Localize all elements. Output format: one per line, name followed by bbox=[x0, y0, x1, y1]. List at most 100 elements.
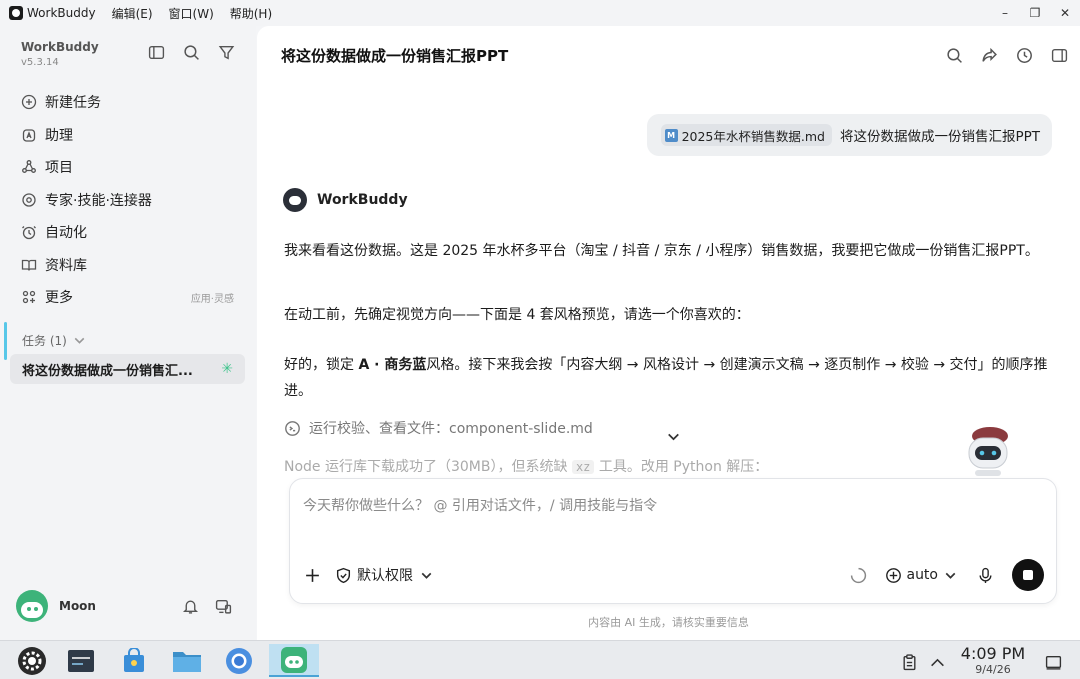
model-selector[interactable]: auto bbox=[885, 567, 959, 584]
panel-toggle-icon[interactable] bbox=[1051, 47, 1068, 64]
clock-time: 4:09 PM bbox=[960, 644, 1026, 663]
taskbar-workbuddy[interactable] bbox=[269, 644, 319, 677]
show-desktop-icon[interactable] bbox=[1045, 654, 1062, 671]
nav-label: 助理 bbox=[45, 127, 73, 144]
nav-label: 新建任务 bbox=[45, 95, 101, 112]
avatar bbox=[16, 590, 48, 622]
more-extra-label: 应用·灵感 bbox=[190, 293, 234, 305]
tool-call-line[interactable]: 运行校验、查看文件：component-slide.md bbox=[284, 418, 593, 438]
maximize-button[interactable]: ❐ bbox=[1020, 6, 1050, 20]
project-icon bbox=[20, 159, 38, 175]
clock-date: 9/4/26 bbox=[975, 663, 1011, 676]
nav-library[interactable]: 资料库 bbox=[20, 249, 240, 282]
tasks-header[interactable]: 任务 (1) bbox=[22, 332, 88, 349]
more-icon bbox=[20, 289, 38, 305]
version-label: v5.3.14 bbox=[21, 57, 59, 68]
faded-suffix: 工具。改用 Python 解压： bbox=[594, 459, 769, 475]
filter-icon[interactable] bbox=[218, 44, 235, 61]
loading-spinner-icon: ✳ bbox=[221, 361, 233, 377]
menu-window[interactable]: 窗口(W) bbox=[169, 5, 214, 22]
nav-label: 专家·技能·连接器 bbox=[45, 192, 152, 209]
bell-icon[interactable] bbox=[182, 598, 199, 615]
sidebar-nav: 新建任务 助理 项目 专家·技能·连接器 自动化 资料库 更多 应用·灵感 bbox=[20, 86, 240, 314]
nav-label: 资料库 bbox=[45, 257, 87, 274]
nav-new-task[interactable]: 新建任务 bbox=[20, 86, 240, 119]
taskbar-store[interactable] bbox=[116, 644, 152, 677]
history-icon[interactable] bbox=[1016, 47, 1033, 64]
shield-check-icon bbox=[335, 567, 352, 584]
clipboard-icon[interactable] bbox=[901, 654, 918, 671]
taskbar-files[interactable] bbox=[169, 644, 205, 677]
taskbar-clock[interactable]: 4:09 PM 9/4/26 bbox=[956, 645, 1030, 677]
nav-automation[interactable]: 自动化 bbox=[20, 216, 240, 249]
menu-edit[interactable]: 编辑(E) bbox=[112, 5, 153, 22]
scroll-down-chevron-icon[interactable] bbox=[665, 428, 682, 445]
tray-expand-chevron-icon[interactable] bbox=[929, 654, 946, 671]
bot-avatar bbox=[283, 188, 307, 212]
title-bar: WorkBuddy 编辑(E) 窗口(W) 帮助(H) – ❐ ✕ bbox=[0, 0, 1080, 26]
nav-more[interactable]: 更多 应用·灵感 bbox=[20, 281, 240, 314]
user-name: Moon bbox=[59, 599, 96, 613]
search-icon[interactable] bbox=[946, 47, 963, 64]
bot-paragraph-1: 我来看看这份数据。这是 2025 年水杯多平台（淘宝 / 抖音 / 京东 / 小… bbox=[284, 243, 1039, 259]
toggle-sidebar-icon[interactable] bbox=[148, 44, 165, 61]
app-name: WorkBuddy bbox=[27, 6, 96, 20]
user-message-bubble: M 2025年水杯销售数据.md 将这份数据做成一份销售汇报PPT bbox=[646, 114, 1052, 156]
devices-icon[interactable] bbox=[215, 598, 232, 615]
main-panel: 将这份数据做成一份销售汇报PPT M 2025年水杯销售数据.md 将这份数据做… bbox=[257, 26, 1080, 640]
faded-message: Node 运行库下载成功了（30MB），但系统缺 xz 工具。改用 Python… bbox=[284, 456, 768, 476]
add-icon[interactable] bbox=[304, 567, 321, 584]
model-label: auto bbox=[906, 567, 938, 583]
microphone-icon[interactable] bbox=[977, 567, 994, 584]
permission-label: 默认权限 bbox=[357, 568, 413, 584]
user-profile[interactable]: Moon bbox=[16, 590, 96, 622]
faded-prefix: Node 运行库下载成功了（30MB），但系统缺 bbox=[284, 459, 572, 475]
nav-assistant[interactable]: 助理 bbox=[20, 119, 240, 152]
folder-icon bbox=[173, 651, 201, 672]
chat-input-placeholder[interactable]: 今天帮你做些什么？ @ 引用对话文件，/ 调用技能与指令 bbox=[303, 495, 657, 515]
mascot-robot-icon[interactable] bbox=[963, 424, 1013, 480]
menu-help[interactable]: 帮助(H) bbox=[230, 5, 272, 22]
task-item-active[interactable]: 将这份数据做成一份销售汇... ✳ bbox=[10, 354, 245, 384]
file-attachment-chip[interactable]: M 2025年水杯销售数据.md bbox=[660, 124, 832, 146]
chevron-down-icon bbox=[942, 567, 959, 584]
nav-expert-skills[interactable]: 专家·技能·连接器 bbox=[20, 184, 240, 217]
sidebar-header: WorkBuddy v5.3.14 bbox=[21, 40, 99, 68]
workbuddy-app-icon bbox=[281, 646, 307, 673]
automation-icon bbox=[20, 224, 38, 240]
nav-project[interactable]: 项目 bbox=[20, 151, 240, 184]
tool-call-text: 运行校验、查看文件：component-slide.md bbox=[309, 421, 593, 437]
file-name: 2025年水杯销售数据.md bbox=[681, 128, 825, 144]
search-icon[interactable] bbox=[183, 44, 200, 61]
terminal-app-icon bbox=[68, 649, 94, 672]
assistant-icon bbox=[20, 127, 38, 143]
chevron-down-icon bbox=[418, 567, 435, 584]
style-choice: A · 商务蓝 bbox=[358, 357, 427, 373]
permission-dropdown[interactable]: 默认权限 bbox=[335, 565, 435, 585]
chat-input-box[interactable]: 今天帮你做些什么？ @ 引用对话文件，/ 调用技能与指令 默认权限 auto bbox=[289, 478, 1057, 604]
share-icon[interactable] bbox=[981, 47, 998, 64]
taskbar-terminal[interactable] bbox=[63, 644, 99, 677]
gear-icon bbox=[18, 646, 46, 675]
taskbar-browser[interactable] bbox=[221, 644, 257, 677]
task-accent-bar bbox=[4, 322, 7, 360]
ai-disclaimer: 内容由 AI 生成，请核实重要信息 bbox=[588, 616, 749, 629]
bot-header: WorkBuddy bbox=[283, 188, 408, 212]
app-logo-icon bbox=[9, 6, 23, 20]
os-taskbar: 4:09 PM 9/4/26 bbox=[0, 640, 1080, 679]
close-button[interactable]: ✕ bbox=[1050, 6, 1080, 20]
paragraph-3-prefix: 好的，锁定 bbox=[284, 357, 359, 373]
page-title: 将这份数据做成一份销售汇报PPT bbox=[281, 47, 509, 65]
store-bag-icon bbox=[124, 647, 144, 672]
bot-paragraph-2: 在动工前，先确定视觉方向——下面是 4 套风格预览，请选一个你喜欢的： bbox=[284, 307, 750, 323]
nav-label: 项目 bbox=[45, 160, 73, 177]
sidebar-brand: WorkBuddy bbox=[21, 40, 99, 54]
taskbar-settings[interactable] bbox=[14, 644, 50, 677]
stop-button[interactable] bbox=[1012, 559, 1044, 591]
user-message-text: 将这份数据做成一份销售汇报PPT bbox=[839, 129, 1040, 145]
new-task-icon bbox=[20, 94, 38, 110]
chevron-down-icon bbox=[71, 332, 88, 349]
expert-icon bbox=[20, 192, 38, 208]
nav-label: 更多 bbox=[45, 290, 73, 307]
minimize-button[interactable]: – bbox=[990, 6, 1020, 20]
